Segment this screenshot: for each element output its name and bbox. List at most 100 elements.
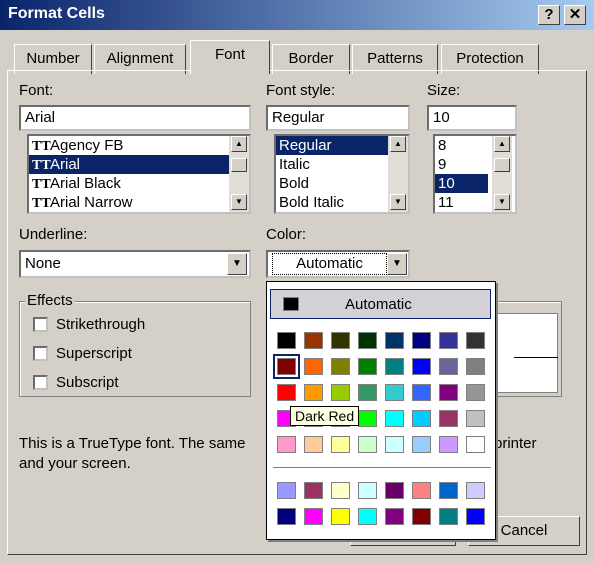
- color-swatch[interactable]: [439, 332, 458, 349]
- color-swatch[interactable]: [331, 436, 350, 453]
- color-swatch[interactable]: [304, 508, 323, 525]
- color-swatch[interactable]: [385, 436, 404, 453]
- color-swatch[interactable]: [412, 410, 431, 427]
- color-swatch[interactable]: [439, 358, 458, 375]
- color-swatch[interactable]: [331, 358, 350, 375]
- color-swatch[interactable]: [385, 332, 404, 349]
- color-swatch[interactable]: [358, 508, 377, 525]
- size-value: 10: [433, 109, 450, 126]
- color-swatch[interactable]: [466, 508, 485, 525]
- size-input[interactable]: 10: [427, 105, 517, 131]
- subscript-label[interactable]: Subscript: [56, 374, 119, 391]
- color-swatch[interactable]: [412, 508, 431, 525]
- color-swatch[interactable]: [358, 436, 377, 453]
- underline-select[interactable]: None: [19, 250, 251, 278]
- color-swatch[interactable]: [439, 508, 458, 525]
- superscript-label[interactable]: Superscript: [56, 345, 132, 362]
- font-list[interactable]: TTAgency FB TTArial TTArial Black TTAria…: [27, 134, 251, 214]
- preview-line: [514, 357, 558, 358]
- color-swatch[interactable]: [439, 384, 458, 401]
- color-swatch[interactable]: [358, 332, 377, 349]
- color-swatch[interactable]: [439, 410, 458, 427]
- color-swatch[interactable]: [385, 482, 404, 499]
- color-swatch[interactable]: [304, 436, 323, 453]
- size-label: Size:: [427, 82, 461, 99]
- scroll-thumb[interactable]: [231, 158, 247, 172]
- list-item[interactable]: TTArial Narrow: [29, 193, 249, 212]
- scroll-up-icon[interactable]: ▲: [390, 136, 406, 152]
- color-swatch[interactable]: [358, 482, 377, 499]
- color-swatch[interactable]: [439, 482, 458, 499]
- font-name-value: Arial: [25, 109, 56, 126]
- scroll-down-icon[interactable]: ▼: [390, 194, 406, 210]
- color-swatch[interactable]: [304, 358, 323, 375]
- size-list-scrollbar[interactable]: ▲ ▼: [492, 136, 512, 212]
- strikethrough-checkbox[interactable]: [33, 317, 48, 332]
- color-swatch[interactable]: [358, 410, 377, 427]
- list-item[interactable]: TTAgency FB: [29, 136, 249, 155]
- color-swatch[interactable]: [466, 358, 485, 375]
- help-button[interactable]: ?: [538, 5, 560, 25]
- list-item[interactable]: TTArial: [29, 155, 249, 174]
- color-swatch[interactable]: [466, 384, 485, 401]
- list-item[interactable]: 10: [435, 174, 488, 193]
- color-swatch[interactable]: [304, 384, 323, 401]
- scroll-thumb[interactable]: [494, 158, 510, 172]
- chevron-down-icon[interactable]: ▼: [387, 253, 407, 275]
- subscript-checkbox[interactable]: [33, 375, 48, 390]
- list-item[interactable]: TTArial Black: [29, 174, 249, 193]
- color-swatch[interactable]: [466, 482, 485, 499]
- color-swatch[interactable]: [304, 332, 323, 349]
- tab-font[interactable]: Font: [190, 40, 270, 74]
- color-swatch[interactable]: [277, 482, 296, 499]
- color-swatch[interactable]: [385, 358, 404, 375]
- font-style-value: Regular: [272, 109, 325, 126]
- superscript-checkbox[interactable]: [33, 346, 48, 361]
- underline-value: None: [25, 255, 61, 272]
- color-swatch[interactable]: [412, 358, 431, 375]
- strikethrough-label[interactable]: Strikethrough: [56, 316, 145, 333]
- color-value: Automatic: [272, 253, 387, 275]
- color-swatch[interactable]: [439, 436, 458, 453]
- window-title: Format Cells: [8, 5, 105, 22]
- font-list-scrollbar[interactable]: ▲ ▼: [229, 136, 249, 212]
- color-swatch[interactable]: [466, 332, 485, 349]
- font-style-input[interactable]: Regular: [266, 105, 410, 131]
- color-swatch[interactable]: [385, 508, 404, 525]
- color-swatch[interactable]: [358, 358, 377, 375]
- color-swatch[interactable]: [385, 384, 404, 401]
- info-text-tail: printer: [494, 435, 537, 452]
- font-style-scrollbar[interactable]: ▲ ▼: [388, 136, 408, 212]
- color-swatch[interactable]: [277, 436, 296, 453]
- color-swatch[interactable]: [385, 410, 404, 427]
- truetype-icon: TT: [32, 177, 51, 192]
- color-swatch[interactable]: [412, 436, 431, 453]
- color-swatch[interactable]: [331, 332, 350, 349]
- scroll-up-icon[interactable]: ▲: [231, 136, 247, 152]
- color-swatch[interactable]: [358, 384, 377, 401]
- automatic-color-button[interactable]: Automatic: [270, 289, 491, 319]
- color-swatch[interactable]: [412, 482, 431, 499]
- color-swatch[interactable]: [277, 332, 296, 349]
- color-swatch[interactable]: [466, 436, 485, 453]
- color-swatch[interactable]: [273, 354, 300, 379]
- color-swatch[interactable]: [331, 482, 350, 499]
- color-swatch[interactable]: [466, 410, 485, 427]
- color-swatch[interactable]: [412, 384, 431, 401]
- color-swatch[interactable]: [412, 332, 431, 349]
- color-swatch[interactable]: [277, 508, 296, 525]
- chevron-down-icon[interactable]: ▼: [227, 253, 247, 275]
- close-button[interactable]: ✕: [564, 5, 586, 25]
- color-swatch[interactable]: [277, 384, 296, 401]
- color-swatch[interactable]: [304, 482, 323, 499]
- scroll-down-icon[interactable]: ▼: [494, 194, 510, 210]
- scroll-down-icon[interactable]: ▼: [231, 194, 247, 210]
- color-swatch[interactable]: [331, 384, 350, 401]
- scroll-up-icon[interactable]: ▲: [494, 136, 510, 152]
- color-label: Color:: [266, 226, 307, 243]
- preview-box: [494, 313, 558, 393]
- font-name-input[interactable]: Arial: [19, 105, 251, 131]
- color-swatch[interactable]: [331, 508, 350, 525]
- automatic-swatch: [283, 297, 299, 311]
- palette-separator: [273, 468, 491, 469]
